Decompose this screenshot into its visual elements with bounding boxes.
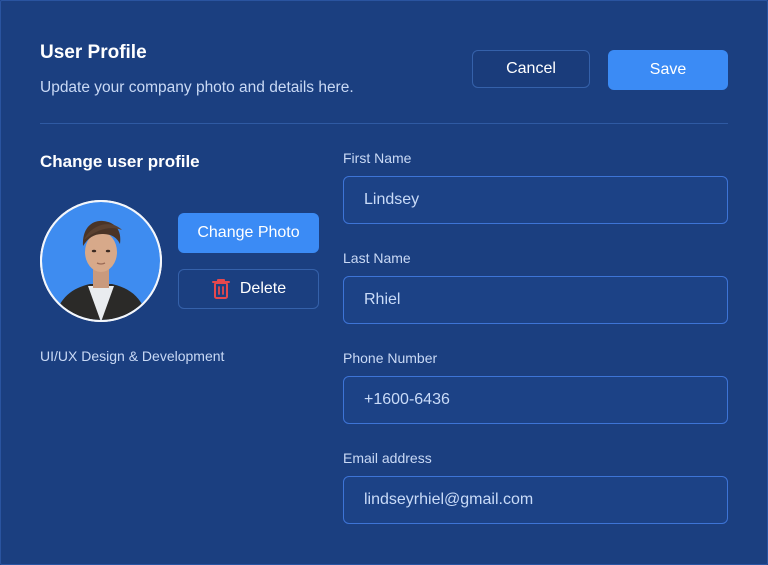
email-field[interactable]: lindseyrhiel@gmail.com [343, 476, 728, 524]
email-label: Email address [343, 450, 432, 466]
first-name-field[interactable]: Lindsey [343, 176, 728, 224]
delete-label: Delete [239, 280, 287, 297]
phone-number-field[interactable]: +1600-6436 [343, 376, 728, 424]
cancel-button[interactable]: Cancel [472, 50, 590, 88]
last-name-field[interactable]: Rhiel [343, 276, 728, 324]
header-divider [40, 123, 728, 124]
avatar [40, 200, 162, 322]
delete-button[interactable]: Delete [178, 269, 319, 309]
page-title: User Profile [40, 42, 147, 63]
page-subtitle: Update your company photo and details he… [40, 79, 354, 96]
save-button[interactable]: Save [608, 50, 728, 90]
change-photo-button[interactable]: Change Photo [178, 213, 319, 253]
phone-number-label: Phone Number [343, 350, 438, 366]
trash-icon [211, 278, 231, 300]
user-role: UI/UX Design & Development [40, 348, 225, 364]
first-name-label: First Name [343, 150, 412, 166]
section-title: Change user profile [40, 152, 200, 171]
last-name-label: Last Name [343, 250, 411, 266]
